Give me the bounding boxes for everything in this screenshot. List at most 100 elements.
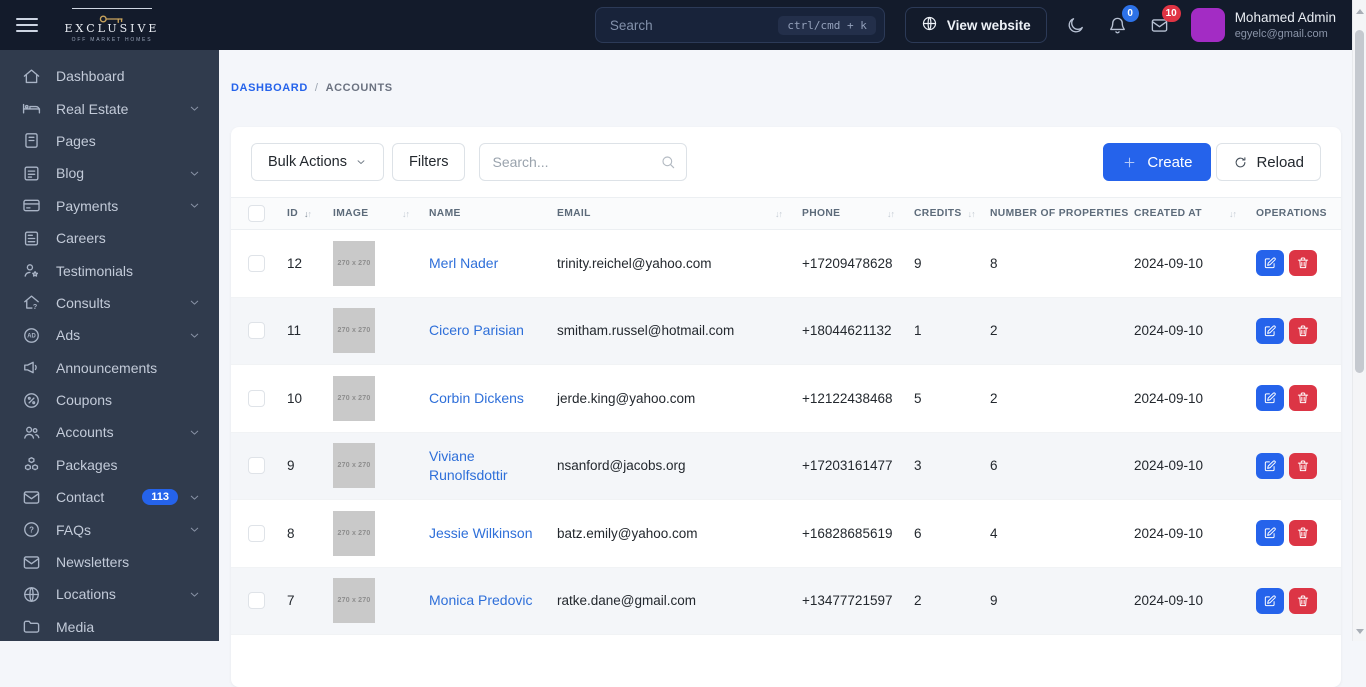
column-header-credits[interactable]: CREDITS ↓↑ [904,197,980,230]
row-checkbox[interactable] [248,322,265,340]
sidebar-item-media[interactable]: Media [0,611,219,641]
delete-button[interactable] [1289,250,1317,277]
view-website-label: View website [946,17,1031,33]
account-name-link[interactable]: Monica Predovic [429,591,533,610]
cell-properties: 2 [990,390,998,406]
brand-line [72,7,152,9]
sidebar-item-label: Careers [56,230,106,247]
table-search-input[interactable] [479,143,688,181]
sidebar-item-blog[interactable]: Blog [0,157,219,189]
sidebar-item-pages[interactable]: Pages [0,125,219,157]
edit-button[interactable] [1256,317,1284,344]
user-menu[interactable]: Mohamed Admin egyelc@gmail.com [1190,8,1336,42]
key-icon [97,11,127,23]
sidebar-item-packages[interactable]: Packages [0,449,219,481]
notifications-button[interactable]: 0 [1104,4,1139,39]
cell-created-at: 2024-09-10 [1134,323,1204,339]
delete-button[interactable] [1289,385,1317,412]
hamburger-menu-button[interactable] [16,18,38,32]
sidebar-item-faqs[interactable]: ? FAQs [0,513,219,545]
account-name-link[interactable]: Merl Nader [429,254,498,273]
column-header-name: NAME [419,197,547,230]
megaphone-icon [22,358,41,377]
sidebar-item-newsletters[interactable]: Newsletters [0,546,219,578]
sidebar-item-label: Dashboard [56,68,125,85]
newspaper-icon [22,229,41,248]
sidebar-item-accounts[interactable]: Accounts [0,416,219,448]
column-label: NUMBER OF PROPERTIES [990,208,1129,219]
create-button[interactable]: Create [1103,143,1212,181]
account-name-link[interactable]: Viviane Runolfsdottir [429,447,537,485]
sidebar-item-dashboard[interactable]: Dashboard [0,60,219,92]
sidebar-item-coupons[interactable]: Coupons [0,384,219,416]
scrollbar-up-arrow[interactable] [1356,9,1364,14]
edit-button[interactable] [1256,587,1284,614]
global-search[interactable]: ctrl/cmd + k [594,7,885,43]
column-header-id[interactable]: ID ↓↑ [277,197,323,230]
row-checkbox[interactable] [248,524,265,542]
search-shortcut-badge: ctrl/cmd + k [778,15,876,35]
trash-icon [1296,256,1310,270]
row-checkbox[interactable] [248,389,265,407]
sidebar-item-payments[interactable]: Payments [0,190,219,222]
account-name-link[interactable]: Corbin Dickens [429,389,524,408]
delete-button[interactable] [1289,317,1317,344]
view-website-button[interactable]: View website [904,7,1047,43]
edit-button[interactable] [1256,452,1284,479]
sidebar-item-announcements[interactable]: Announcements [0,352,219,384]
sidebar-item-locations[interactable]: Locations [0,578,219,610]
global-search-input[interactable] [607,16,779,34]
edit-button[interactable] [1256,250,1284,277]
create-label: Create [1147,153,1193,171]
sidebar-item-testimonials[interactable]: Testimonials [0,254,219,286]
column-label: EMAIL [557,208,591,219]
delete-button[interactable] [1289,452,1317,479]
select-all-checkbox[interactable] [248,205,265,222]
messages-button[interactable]: 10 [1146,4,1181,39]
sidebar-item-label: Ads [56,327,81,344]
sidebar-item-consults[interactable]: ? Consults [0,287,219,319]
sidebar-item-label: Payments [56,197,119,214]
table-header-row: ID ↓↑ IMAGE ↓↑ NAME EMAIL ↓↑ PHONE ↓↑ CREDITS ↓↑ NU… [231,197,1341,230]
column-header-email[interactable]: EMAIL ↓↑ [547,197,792,230]
column-header-image[interactable]: IMAGE ↓↑ [323,197,419,230]
row-checkbox[interactable] [248,592,265,610]
percent-badge-icon [22,391,41,410]
question-circle-icon: ? [22,520,41,539]
row-checkbox[interactable] [248,254,265,272]
edit-button[interactable] [1256,520,1284,547]
sidebar-item-contact[interactable]: Contact 113 [0,481,219,513]
reload-button[interactable]: Reload [1216,143,1321,181]
sort-icon: ↓↑ [967,208,976,219]
account-name-link[interactable]: Jessie Wilkinson [429,524,532,543]
sidebar-item-careers[interactable]: Careers [0,222,219,254]
sidebar-item-ads[interactable]: AD Ads [0,319,219,351]
cell-created-at: 2024-09-10 [1134,255,1204,271]
sidebar-item-label: Consults [56,294,111,311]
delete-button[interactable] [1289,587,1317,614]
scrollbar-thumb[interactable] [1355,30,1364,373]
bulk-actions-button[interactable]: Bulk Actions [251,143,384,181]
account-name-link[interactable]: Cicero Parisian [429,321,524,340]
column-header-phone[interactable]: PHONE ↓↑ [792,197,904,230]
pencil-icon [1263,391,1277,405]
filters-label: Filters [409,154,449,170]
row-checkbox[interactable] [248,457,265,475]
sidebar-item-label: Accounts [56,424,114,441]
dark-mode-toggle[interactable] [1062,12,1089,39]
scrollbar-down-arrow[interactable] [1356,629,1364,634]
sidebar-item-real-estate[interactable]: Real Estate [0,92,219,124]
delete-button[interactable] [1289,520,1317,547]
cell-phone: +12122438468 [802,390,893,406]
breadcrumb-dashboard[interactable]: DASHBOARD [231,82,308,94]
table-row: 12 270 x 270 Merl Nader trinity.reichel@yah… [231,230,1341,297]
sort-icon: ↓↑ [775,208,783,219]
cell-credits: 1 [914,323,922,339]
edit-button[interactable] [1256,385,1284,412]
envelope-icon [22,488,41,507]
brand-logo[interactable]: EXCLUSIVE OFF MARKET HOMES [62,7,162,43]
filters-button[interactable]: Filters [392,143,466,181]
window-scrollbar[interactable] [1352,0,1366,641]
trash-icon [1296,459,1310,473]
column-header-created_at[interactable]: CREATED AT ↓↑ [1124,197,1246,230]
